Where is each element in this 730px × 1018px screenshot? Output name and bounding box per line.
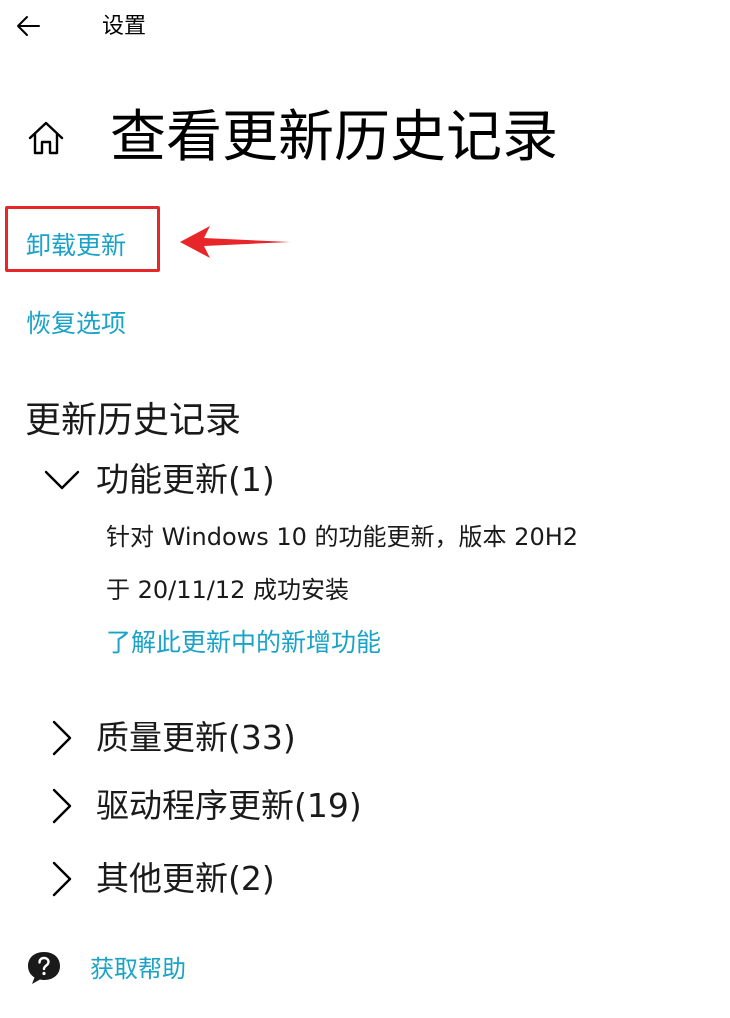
feature-update-name: 针对 Windows 10 的功能更新，版本 20H2 <box>106 523 579 551</box>
quality-updates-label: 质量更新(33) <box>96 718 296 757</box>
red-arrow-icon <box>180 226 290 258</box>
learn-new-features-link[interactable]: 了解此更新中的新增功能 <box>106 626 381 660</box>
driver-updates-row[interactable]: 驱动程序更新(19) <box>38 782 362 830</box>
back-button[interactable] <box>8 6 48 46</box>
other-updates-row[interactable]: 其他更新(2) <box>38 855 275 903</box>
chevron-down-icon <box>38 456 86 504</box>
feature-updates-row[interactable]: 功能更新(1) <box>38 456 275 504</box>
page-title: 查看更新历史记录 <box>110 105 558 170</box>
home-icon[interactable] <box>24 116 68 160</box>
feature-updates-label: 功能更新(1) <box>96 460 275 499</box>
chevron-right-icon <box>38 714 86 762</box>
chevron-right-icon <box>38 855 86 903</box>
driver-updates-label: 驱动程序更新(19) <box>96 786 362 825</box>
feature-update-status: 于 20/11/12 成功安装 <box>106 576 350 604</box>
update-history-heading: 更新历史记录 <box>25 400 242 441</box>
other-updates-label: 其他更新(2) <box>96 859 275 898</box>
get-help-link[interactable]: 获取帮助 <box>90 952 186 986</box>
recovery-options-link[interactable]: 恢复选项 <box>26 307 126 341</box>
quality-updates-row[interactable]: 质量更新(33) <box>38 714 296 762</box>
help-chat-icon[interactable] <box>24 948 64 988</box>
back-arrow-icon <box>17 16 40 36</box>
uninstall-updates-link[interactable]: 卸载更新 <box>26 229 126 263</box>
chevron-right-icon <box>38 782 86 830</box>
app-title: 设置 <box>102 14 147 39</box>
